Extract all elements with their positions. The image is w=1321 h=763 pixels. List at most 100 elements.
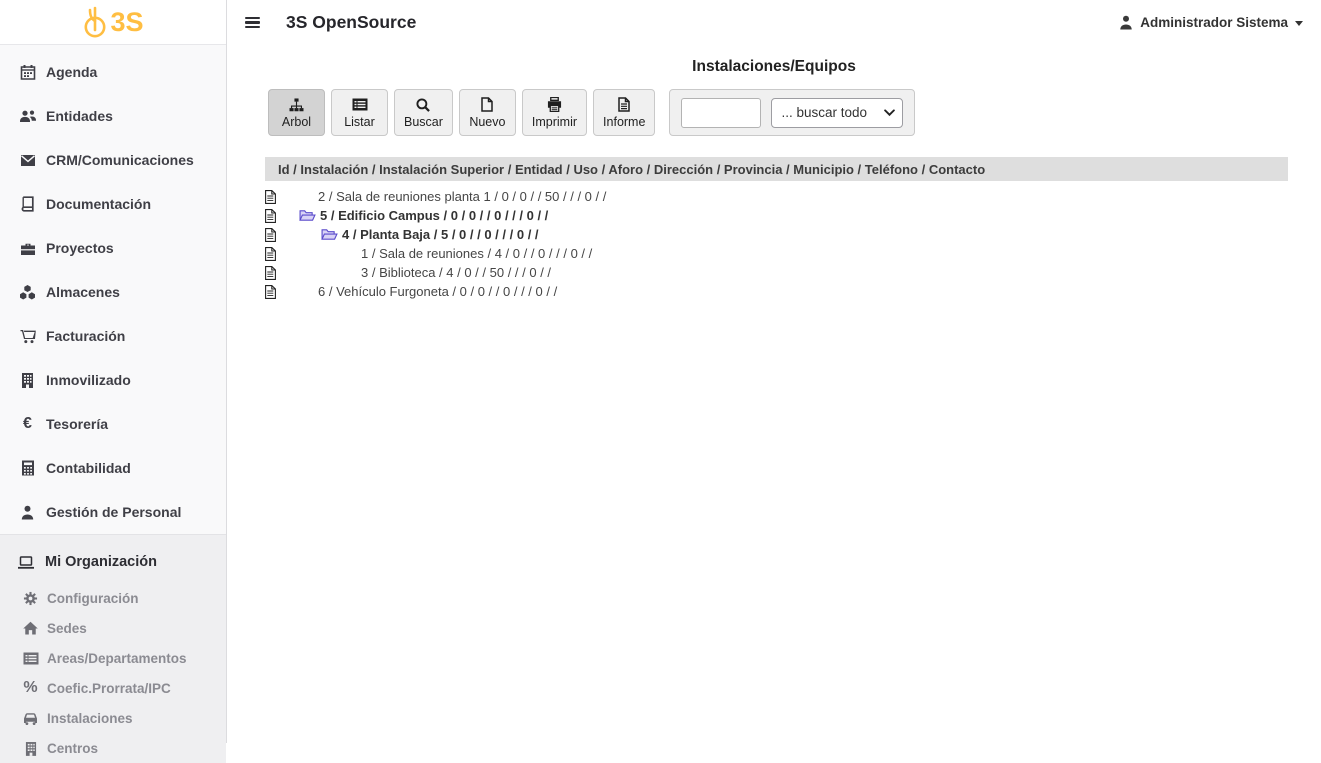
sidebar-item-label: Configuración [47, 591, 139, 606]
user-menu[interactable]: Administrador Sistema [1119, 15, 1303, 30]
cart-icon [18, 329, 37, 344]
envelope-icon [18, 154, 37, 167]
instalaciones-grid: Id / Instalación / Instalación Superior … [265, 157, 1288, 301]
tree-row-text: 3 / Biblioteca / 4 / 0 / / 50 / / / 0 / … [361, 265, 551, 280]
buscar-button[interactable]: Buscar [394, 89, 453, 136]
euro-icon: € [18, 416, 37, 432]
book-icon [18, 196, 37, 212]
document-icon [265, 247, 277, 261]
nuevo-button[interactable]: Nuevo [459, 89, 516, 136]
search-input[interactable] [681, 98, 761, 128]
sidebar-item-areas-departamentos[interactable]: Areas/Departamentos [0, 643, 226, 673]
top-header: 3S OpenSource Administrador Sistema [227, 0, 1321, 45]
percent-icon: % [22, 680, 39, 696]
calculator-icon [18, 460, 37, 476]
file-icon [481, 97, 493, 112]
folder-open-icon[interactable] [299, 209, 316, 222]
building-icon [18, 372, 37, 388]
toolbar: Arbol Listar Buscar Nuevo Imprimir [268, 89, 1321, 136]
cubes-icon [18, 284, 37, 300]
user-icon [18, 505, 37, 520]
sidebar-item-agenda[interactable]: Agenda [0, 50, 226, 94]
sidebar-item-contabilidad[interactable]: Contabilidad [0, 446, 226, 490]
sidebar-item-label: Facturación [46, 328, 125, 344]
folder-open-icon[interactable] [321, 228, 338, 241]
sidebar-item-entidades[interactable]: Entidades [0, 94, 226, 138]
sidebar-item-inmovilizado[interactable]: Inmovilizado [0, 358, 226, 402]
sidebar-item-label: Areas/Departamentos [47, 651, 187, 666]
document-icon [265, 209, 277, 223]
sidebar-item-sedes[interactable]: Sedes [0, 613, 226, 643]
sidebar-item-mi-organizacion[interactable]: Mi Organización [0, 541, 226, 583]
sidebar-item-label: Sedes [47, 621, 87, 636]
sidebar-item-label: Instalaciones [47, 711, 133, 726]
sidebar-item-label: CRM/Comunicaciones [46, 152, 194, 168]
button-label: Nuevo [469, 115, 505, 129]
sidebar-item-crm[interactable]: CRM/Comunicaciones [0, 138, 226, 182]
sidebar-item-coefic-prorrata-ipc[interactable]: % Coefic.Prorrata/IPC [0, 673, 226, 703]
list-icon [352, 97, 368, 112]
sitemap-icon [289, 97, 304, 112]
sidebar-item-label: Tesorería [46, 416, 108, 432]
sidebar-item-gestion-personal[interactable]: Gestión de Personal [0, 490, 226, 534]
tree-row-text: 1 / Sala de reuniones / 4 / 0 / / 0 / / … [361, 246, 592, 261]
sidebar-item-label: Gestión de Personal [46, 504, 181, 520]
printer-icon [547, 97, 562, 112]
search-scope-select[interactable]: ... buscar todo [771, 98, 903, 128]
sidebar-item-facturacion[interactable]: Facturación [0, 314, 226, 358]
app-title: 3S OpenSource [286, 12, 416, 33]
document-icon [265, 285, 277, 299]
page-title: Instalaciones/Equipos [227, 58, 1321, 76]
informe-button[interactable]: Informe [593, 89, 655, 136]
calendar-icon [18, 64, 37, 80]
sidebar-item-label: Coefic.Prorrata/IPC [47, 681, 171, 696]
sidebar-item-label: Documentación [46, 196, 151, 212]
sidebar-item-label: Inmovilizado [46, 372, 131, 388]
sidebar-section-mi-organizacion: Mi Organización Configuración Sedes Area… [0, 534, 226, 763]
tree-row[interactable]: 3 / Biblioteca / 4 / 0 / / 50 / / / 0 / … [265, 263, 1288, 282]
car-icon [22, 711, 39, 725]
tree-row[interactable]: 2 / Sala de reuniones planta 1 / 0 / 0 /… [265, 187, 1288, 206]
tree-row-text: 5 / Edificio Campus / 0 / 0 / / 0 / / / … [320, 208, 548, 223]
tree-row[interactable]: 1 / Sala de reuniones / 4 / 0 / / 0 / / … [265, 244, 1288, 263]
tree-row-text: 4 / Planta Baja / 5 / 0 / / 0 / / / 0 / … [342, 227, 539, 242]
document-icon [265, 228, 277, 242]
search-group: ... buscar todo [669, 89, 915, 136]
main-content: Instalaciones/Equipos Arbol Listar Busca… [227, 58, 1321, 301]
sidebar-item-label: Entidades [46, 108, 113, 124]
sidebar-item-instalaciones[interactable]: Instalaciones [0, 703, 226, 733]
sidebar: 3S Agenda Entidades CRM/Comunicaciones D… [0, 0, 227, 743]
button-label: Listar [344, 115, 375, 129]
search-icon [416, 97, 430, 112]
user-name: Administrador Sistema [1140, 15, 1288, 30]
sidebar-item-almacenes[interactable]: Almacenes [0, 270, 226, 314]
tree-row[interactable]: 6 / Vehículo Furgoneta / 0 / 0 / / 0 / /… [265, 282, 1288, 301]
document-icon [265, 266, 277, 280]
instalaciones-tree: 2 / Sala de reuniones planta 1 / 0 / 0 /… [265, 187, 1288, 301]
button-label: Buscar [404, 115, 443, 129]
sidebar-nav: Agenda Entidades CRM/Comunicaciones Docu… [0, 45, 226, 534]
sidebar-item-label: Almacenes [46, 284, 120, 300]
grid-column-headers: Id / Instalación / Instalación Superior … [265, 157, 1288, 181]
arbol-button[interactable]: Arbol [268, 89, 325, 136]
tree-row[interactable]: 4 / Planta Baja / 5 / 0 / / 0 / / / 0 / … [265, 225, 1288, 244]
laptop-icon [16, 555, 36, 570]
tree-row[interactable]: 5 / Edificio Campus / 0 / 0 / / 0 / / / … [265, 206, 1288, 225]
app-logo[interactable]: 3S [0, 0, 226, 45]
sidebar-item-label: Proyectos [46, 240, 114, 256]
button-label: Imprimir [532, 115, 577, 129]
list-icon [22, 652, 39, 665]
users-icon [18, 108, 37, 124]
menu-toggle-icon[interactable] [241, 10, 264, 35]
listar-button[interactable]: Listar [331, 89, 388, 136]
sidebar-item-proyectos[interactable]: Proyectos [0, 226, 226, 270]
sidebar-item-centros[interactable]: Centros [0, 733, 226, 763]
imprimir-button[interactable]: Imprimir [522, 89, 587, 136]
briefcase-icon [18, 241, 37, 256]
file-text-icon [618, 97, 630, 112]
sidebar-item-tesoreria[interactable]: € Tesorería [0, 402, 226, 446]
sidebar-item-configuracion[interactable]: Configuración [0, 583, 226, 613]
sidebar-item-label: Agenda [46, 64, 97, 80]
sidebar-item-documentacion[interactable]: Documentación [0, 182, 226, 226]
document-icon [265, 190, 277, 204]
